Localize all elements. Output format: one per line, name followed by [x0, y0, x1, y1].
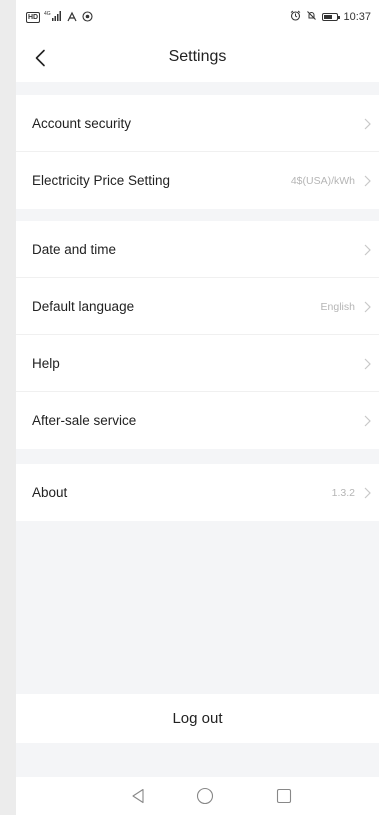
settings-item-about[interactable]: About 1.3.2 — [16, 464, 379, 521]
status-time: 10:37 — [343, 11, 371, 23]
battery-level — [324, 15, 333, 19]
language-value: English — [320, 301, 355, 313]
alarm-icon — [290, 10, 301, 24]
settings-item-label: After-sale service — [32, 413, 137, 428]
phone-screen: HD 4G 10:37 Settings Account security El… — [16, 0, 379, 815]
network-type: 4G — [44, 11, 51, 17]
settings-group-about: About 1.3.2 — [16, 464, 379, 521]
settings-item-electricity-price[interactable]: Electricity Price Setting 4$(USA)/kWh — [16, 152, 379, 209]
header-bar: Settings — [16, 34, 379, 82]
settings-item-account-security[interactable]: Account security — [16, 95, 379, 152]
circle-home-icon — [196, 787, 214, 805]
settings-item-label: Electricity Price Setting — [32, 173, 171, 188]
settings-item-label: Help — [32, 356, 60, 371]
chevron-right-icon — [364, 175, 371, 187]
chevron-right-icon — [364, 358, 371, 370]
system-nav-bar — [16, 777, 379, 815]
settings-group-account: Account security Electricity Price Setti… — [16, 95, 379, 209]
settings-item-label: Account security — [32, 116, 132, 131]
version-value: 1.3.2 — [331, 487, 355, 499]
network-speed-icon — [66, 11, 78, 25]
electricity-price-value: 4$(USA)/kWh — [290, 175, 355, 187]
settings-item-after-sale[interactable]: After-sale service — [16, 392, 379, 449]
silent-icon — [306, 10, 317, 24]
status-bar: HD 4G 10:37 — [16, 0, 379, 34]
signal-icon: 4G — [44, 10, 62, 25]
battery-icon — [322, 13, 341, 21]
settings-item-date-time[interactable]: Date and time — [16, 221, 379, 278]
chevron-right-icon — [364, 487, 371, 499]
chevron-right-icon — [364, 244, 371, 256]
status-right: 10:37 — [290, 10, 371, 24]
chevron-right-icon — [364, 118, 371, 130]
settings-item-help[interactable]: Help — [16, 335, 379, 392]
chevron-right-icon — [364, 415, 371, 427]
settings-item-label: Default language — [32, 299, 135, 314]
chevron-right-icon — [364, 301, 371, 313]
nav-back-button[interactable] — [129, 787, 147, 805]
hd-badge: HD — [26, 12, 41, 23]
settings-item-label: Date and time — [32, 242, 117, 257]
triangle-back-icon — [132, 788, 144, 804]
notification-icon — [82, 10, 93, 25]
logout-button[interactable]: Log out — [16, 694, 379, 743]
status-left: HD 4G — [26, 10, 93, 25]
settings-item-label: About — [32, 485, 68, 500]
page-title: Settings — [168, 48, 227, 65]
square-recents-icon — [276, 788, 292, 804]
nav-home-button[interactable] — [196, 787, 214, 805]
settings-item-default-language[interactable]: Default language English — [16, 278, 379, 335]
nav-recents-button[interactable] — [275, 787, 293, 805]
settings-group-general: Date and time Default language English H… — [16, 221, 379, 449]
